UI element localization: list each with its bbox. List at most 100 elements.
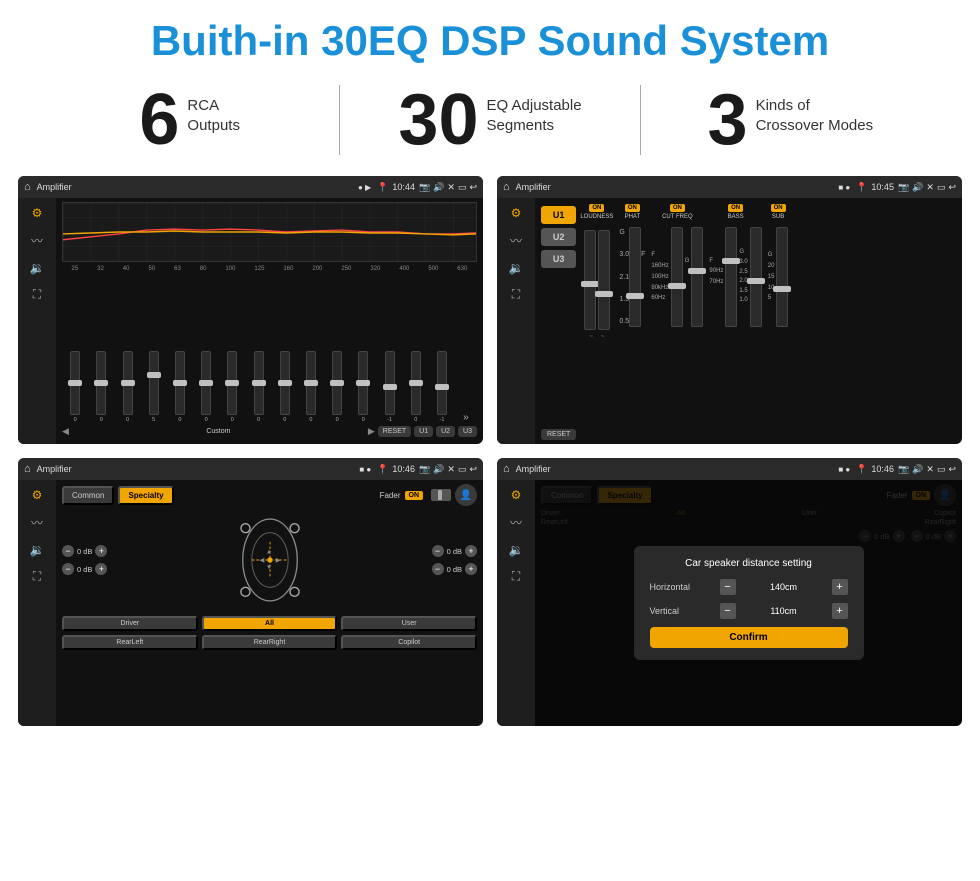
sub-on[interactable]: ON	[771, 204, 786, 212]
phat-label: PHAT	[625, 214, 641, 220]
home-icon-3[interactable]: ⌂	[24, 463, 31, 475]
channel-fr-minus[interactable]: −	[432, 545, 444, 557]
loudness-slider1[interactable]	[584, 230, 596, 330]
dialog-minus-vertical[interactable]: −	[720, 603, 736, 619]
tab-specialty[interactable]: Specialty	[118, 486, 173, 505]
fader-on-badge[interactable]: ON	[405, 491, 424, 500]
phat-slider[interactable]	[629, 227, 641, 327]
amp-u3-btn[interactable]: U3	[541, 250, 576, 268]
close-icon-2[interactable]: ✕	[926, 182, 934, 193]
btn-all[interactable]: All	[202, 616, 338, 631]
amp-sidebar-icon4[interactable]: ⛶	[512, 287, 520, 302]
dialog-sidebar-icon3[interactable]: 🔉	[509, 543, 524, 557]
eq-next-btn[interactable]: ▶	[368, 426, 375, 437]
bass-slider1[interactable]	[725, 227, 737, 327]
dialog-box: Car speaker distance setting Horizontal …	[634, 546, 864, 660]
close-icon-3[interactable]: ✕	[447, 464, 455, 475]
eq-u1-btn[interactable]: U1	[414, 426, 433, 437]
screen1-title: Amplifier	[37, 182, 358, 192]
eq-icon-active[interactable]: ⚙	[32, 206, 43, 220]
dialog-plus-vertical[interactable]: +	[832, 603, 848, 619]
sub-slider[interactable]	[776, 227, 788, 327]
home-icon-4[interactable]: ⌂	[503, 463, 510, 475]
btn-rearleft[interactable]: RearLeft	[62, 635, 198, 650]
bass-slider2[interactable]	[750, 227, 762, 327]
amp-reset-btn[interactable]: RESET	[541, 429, 576, 440]
fade-sidebar-icon1[interactable]: ⚙	[32, 488, 43, 502]
channel-rr-minus[interactable]: −	[432, 563, 444, 575]
fade-sidebar-icon3[interactable]: 🔉	[30, 543, 45, 557]
close-icon-4[interactable]: ✕	[926, 464, 934, 475]
eq-icon-vol[interactable]: 🔉	[30, 261, 45, 275]
fade-content: ⚙ 〰 🔉 ⛶ Common Specialty Fader ON	[18, 480, 483, 726]
channel-fr-plus[interactable]: +	[465, 545, 477, 557]
stat-text-rca: RCA Outputs	[187, 84, 240, 135]
eq-slider-arrow: »	[463, 412, 469, 423]
window-icon-2: ▭	[937, 182, 946, 193]
amp-sidebar-icon2[interactable]: 〰	[510, 232, 522, 249]
channel-rl-plus[interactable]: +	[95, 563, 107, 575]
dialog-sidebar-icon4[interactable]: ⛶	[512, 569, 520, 584]
volume-icon-2: 🔊	[912, 182, 923, 193]
eq-reset-btn[interactable]: RESET	[378, 426, 411, 437]
amp-u1-btn[interactable]: U1	[541, 206, 576, 224]
amp-u2-btn[interactable]: U2	[541, 228, 576, 246]
status-icons-2: 📷 🔊 ✕ ▭ ↩	[898, 182, 956, 193]
dialog-sidebar-icon1[interactable]: ⚙	[511, 488, 522, 502]
channel-fr: − 0 dB +	[432, 545, 477, 557]
fade-sidebar-icon4[interactable]: ⛶	[33, 569, 41, 584]
close-icon[interactable]: ✕	[447, 182, 455, 193]
cutfreq-on[interactable]: ON	[670, 204, 685, 212]
channel-fl-plus[interactable]: +	[95, 545, 107, 557]
home-icon-2[interactable]: ⌂	[503, 181, 510, 193]
bottom-btns-3b: RearLeft RearRight Copilot	[62, 635, 477, 650]
statusbar-3: ⌂ Amplifier ■ ● 📍 10:46 📷 🔊 ✕ ▭ ↩	[18, 458, 483, 480]
tab-common[interactable]: Common	[62, 486, 114, 505]
phat-on[interactable]: ON	[625, 204, 640, 212]
btn-user[interactable]: User	[341, 616, 477, 631]
eq-icon-expand[interactable]: ⛶	[33, 287, 41, 302]
eq-preset-label: Custom	[72, 428, 365, 435]
bass-label: BASS	[728, 214, 744, 220]
loudness-slider2[interactable]	[598, 230, 610, 330]
btn-rearright[interactable]: RearRight	[202, 635, 338, 650]
loudness-on[interactable]: ON	[589, 204, 604, 212]
amp-sidebar-icon3[interactable]: 🔉	[509, 261, 524, 275]
loudness-label: LOUDNESS	[580, 214, 613, 220]
eq-graph	[62, 202, 477, 262]
statusbar-2: ⌂ Amplifier ■ ● 📍 10:45 📷 🔊 ✕ ▭ ↩	[497, 176, 962, 198]
eq-u3-btn[interactable]: U3	[458, 426, 477, 437]
back-icon[interactable]: ↩	[469, 182, 477, 193]
channel-rl-minus[interactable]: −	[62, 563, 74, 575]
eq-sliders: 0 0 0 5 0 0 0 0 0 0 0 0 -1 0 -1	[62, 274, 477, 423]
statusbar-1: ⌂ Amplifier ● ▶ 📍 10:44 📷 🔊 ✕ ▭ ↩	[18, 176, 483, 198]
back-icon-3[interactable]: ↩	[469, 464, 477, 475]
screen-dialog: ⌂ Amplifier ■ ● 📍 10:46 📷 🔊 ✕ ▭ ↩ ⚙ 〰 🔉	[497, 458, 962, 726]
dialog-plus-horizontal[interactable]: +	[832, 579, 848, 595]
sub-label: SUB	[772, 214, 784, 220]
dialog-minus-horizontal[interactable]: −	[720, 579, 736, 595]
dialog-sidebar-icon2[interactable]: 〰	[510, 514, 522, 531]
back-icon-2[interactable]: ↩	[948, 182, 956, 193]
person-icon-btn[interactable]: 👤	[455, 484, 477, 506]
eq-prev-btn[interactable]: ◀	[62, 426, 69, 437]
bass-on[interactable]: ON	[728, 204, 743, 212]
btn-driver[interactable]: Driver	[62, 616, 198, 631]
dialog-row-vertical: Vertical − 110cm +	[650, 603, 848, 619]
back-icon-4[interactable]: ↩	[948, 464, 956, 475]
channel-rr-plus[interactable]: +	[465, 563, 477, 575]
eq-u2-btn[interactable]: U2	[436, 426, 455, 437]
confirm-button[interactable]: Confirm	[650, 627, 848, 648]
fade-sidebar: ⚙ 〰 🔉 ⛶	[18, 480, 56, 726]
dialog-value-horizontal: 140cm	[736, 582, 832, 592]
channel-fl-minus[interactable]: −	[62, 545, 74, 557]
fade-sidebar-icon2[interactable]: 〰	[31, 514, 43, 531]
eq-icon-wave[interactable]: 〰	[31, 232, 43, 249]
screen2-time: 10:45	[871, 182, 894, 192]
amp-sidebar-icon1[interactable]: ⚙	[511, 206, 522, 220]
home-icon[interactable]: ⌂	[24, 181, 31, 193]
btn-copilot[interactable]: Copilot	[341, 635, 477, 650]
window-icon-4: ▭	[937, 464, 946, 475]
cutfreq-slider2[interactable]	[691, 227, 703, 327]
cutfreq-slider1[interactable]	[671, 227, 683, 327]
